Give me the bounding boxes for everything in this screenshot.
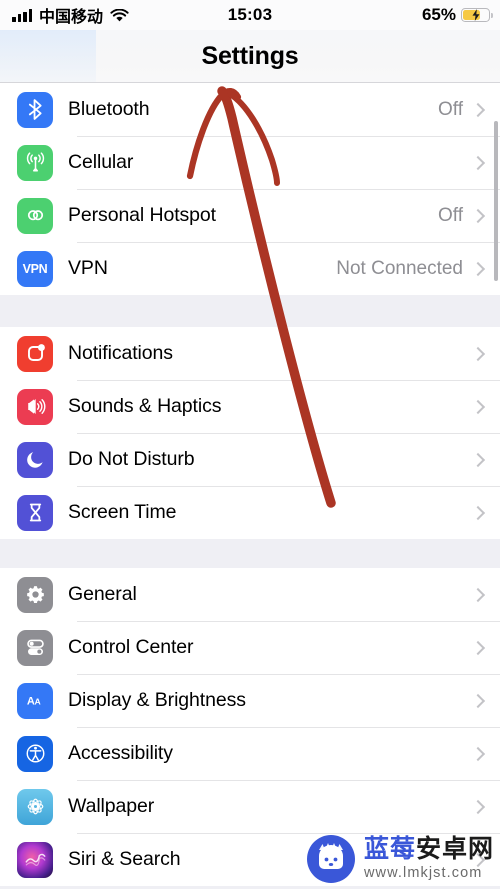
settings-row-control-center[interactable]: Control Center xyxy=(0,621,500,674)
watermark-url: www.lmkjst.com xyxy=(363,865,483,882)
watermark-text: 蓝莓 安卓网 www.lmkjst.com xyxy=(364,837,494,881)
settings-row-label: General xyxy=(68,583,137,605)
scroll-indicator[interactable] xyxy=(494,121,498,281)
settings-row-screen-time[interactable]: Screen Time xyxy=(0,486,500,539)
settings-row-cellular[interactable]: Cellular xyxy=(0,136,500,189)
settings-row-label: Cellular xyxy=(68,151,134,173)
chevron-right-icon xyxy=(472,638,484,658)
settings-group-alerts: Notifications Sounds & Haptics Do Not Di… xyxy=(0,327,500,539)
watermark: 蓝莓 安卓网 www.lmkjst.com xyxy=(306,834,494,884)
cellular-icon xyxy=(17,144,53,181)
screen-time-icon xyxy=(17,494,53,531)
group-separator xyxy=(0,295,500,327)
chevron-right-icon xyxy=(472,259,484,279)
personal-hotspot-icon xyxy=(17,197,53,234)
group-separator xyxy=(0,539,500,568)
chevron-right-icon xyxy=(472,450,484,470)
general-gear-icon xyxy=(17,576,53,613)
phone-screen: 中国移动 15:03 65% Settings Bluetooth Off Ce… xyxy=(0,0,500,889)
page-title: Settings xyxy=(201,41,299,70)
settings-row-do-not-disturb[interactable]: Do Not Disturb xyxy=(0,433,500,486)
notifications-icon xyxy=(17,335,53,372)
sounds-haptics-icon xyxy=(17,388,53,425)
chevron-right-icon xyxy=(472,797,484,817)
status-bar: 中国移动 15:03 65% xyxy=(0,0,500,30)
settings-row-sounds-haptics[interactable]: Sounds & Haptics xyxy=(0,380,500,433)
settings-row-label: Do Not Disturb xyxy=(68,448,195,470)
chevron-right-icon xyxy=(472,344,484,364)
settings-row-bluetooth[interactable]: Bluetooth Off xyxy=(0,83,500,136)
chevron-right-icon xyxy=(472,585,484,605)
settings-row-label: Display & Brightness xyxy=(68,689,246,711)
settings-row-wallpaper[interactable]: Wallpaper xyxy=(0,780,500,833)
settings-row-accessibility[interactable]: Accessibility xyxy=(0,727,500,780)
chevron-right-icon xyxy=(472,503,484,523)
settings-row-label: Accessibility xyxy=(68,742,173,764)
chevron-right-icon xyxy=(472,744,484,764)
svg-text:A: A xyxy=(34,697,40,707)
settings-row-label: Notifications xyxy=(68,342,173,364)
settings-row-display-brightness[interactable]: A A Display & Brightness xyxy=(0,674,500,727)
settings-row-label: Sounds & Haptics xyxy=(68,395,222,417)
settings-row-label: Bluetooth xyxy=(68,98,150,120)
chevron-right-icon xyxy=(472,397,484,417)
wallpaper-icon xyxy=(17,788,53,825)
settings-row-label: Control Center xyxy=(68,636,194,658)
settings-list[interactable]: Bluetooth Off Cellular Personal Hotspot … xyxy=(0,83,500,889)
vpn-icon: VPN xyxy=(17,250,53,287)
display-brightness-icon: A A xyxy=(17,682,53,719)
chevron-right-icon xyxy=(472,100,484,120)
settings-row-label: VPN xyxy=(68,257,108,279)
settings-row-vpn[interactable]: VPN VPN Not Connected xyxy=(0,242,500,295)
settings-row-value: Off xyxy=(438,98,463,120)
settings-row-general[interactable]: General xyxy=(0,568,500,621)
settings-row-label: Wallpaper xyxy=(68,795,155,817)
watermark-brand-dark: 安卓网 xyxy=(415,835,494,864)
battery-charging-icon xyxy=(461,8,493,22)
control-center-icon xyxy=(17,629,53,666)
battery-percent-label: 65% xyxy=(421,5,456,24)
chevron-right-icon xyxy=(472,153,484,173)
settings-row-personal-hotspot[interactable]: Personal Hotspot Off xyxy=(0,189,500,242)
watermark-brand-blue: 蓝莓 xyxy=(363,835,416,864)
nav-bar: Settings xyxy=(0,30,500,83)
bluetooth-icon xyxy=(17,91,53,128)
siri-search-icon xyxy=(17,841,53,878)
settings-row-notifications[interactable]: Notifications xyxy=(0,327,500,380)
blueberry-android-logo-icon xyxy=(306,834,356,884)
settings-group-connectivity: Bluetooth Off Cellular Personal Hotspot … xyxy=(0,83,500,295)
accessibility-icon xyxy=(17,735,53,772)
settings-row-value: Not Connected xyxy=(336,257,463,279)
chevron-right-icon xyxy=(472,206,484,226)
settings-row-value: Off xyxy=(438,204,463,226)
settings-row-label: Personal Hotspot xyxy=(68,204,216,226)
status-bar-right: 65% xyxy=(421,0,493,30)
chevron-right-icon xyxy=(472,691,484,711)
do-not-disturb-icon xyxy=(17,441,53,478)
settings-row-label: Screen Time xyxy=(68,501,177,523)
